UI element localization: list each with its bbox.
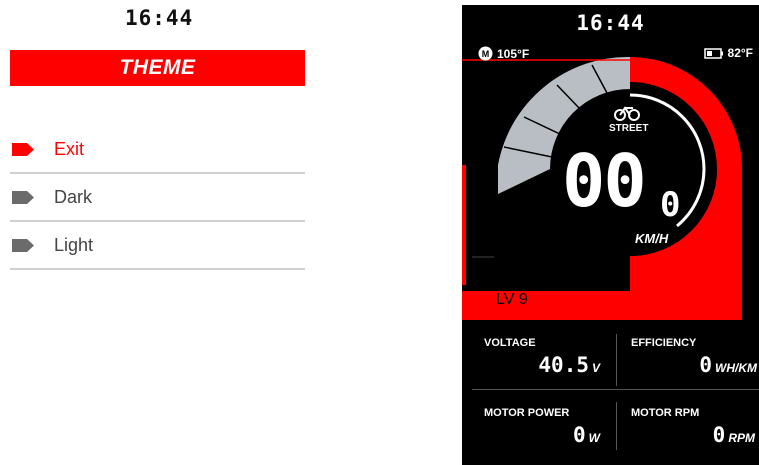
stat-title: EFFICIENCY [631,337,697,349]
menu-item-label: Light [54,235,94,255]
ride-mode-icon [614,106,640,121]
stat-voltage: VOLTAGE 40.5 V [462,320,610,388]
stat-value: 0 WH/KM [699,353,757,377]
motor-temp-status: M 105°F [478,46,529,61]
page-title: THEME [119,56,196,79]
menu-item-dark[interactable]: Dark [10,175,305,222]
stat-value: 40.5 V [538,353,600,377]
stat-value: 0W [573,423,600,447]
divider [472,389,759,390]
speed-decimal: 0 [660,185,681,225]
ride-mode-label: STREET [609,123,649,134]
speed-unit: KM/H [635,231,669,246]
tag-icon [12,239,34,252]
menu-item-label: Dark [54,187,93,207]
battery-temp-value: 82°F [727,46,753,60]
divider [616,334,617,386]
menu-item-label: Exit [54,139,85,159]
stat-motor-power: MOTOR POWER 0W [462,390,610,458]
battery-temp-status: 82°F [703,46,753,60]
motor-temp-icon: M [478,46,493,61]
dashboard-screen: 16:44 M 105°F 82°F STREET 00 0 KM/H LV 9… [462,5,759,465]
stats-panel: VOLTAGE 40.5 V EFFICIENCY 0 WH/KM MOTOR PO… [462,320,759,465]
stat-title: MOTOR POWER [484,407,570,419]
dashboard-clock: 16:44 [576,11,645,35]
assist-level: LV 9 [496,291,528,308]
divider [616,402,617,450]
motor-temp-value: 105°F [497,46,530,61]
menu-item-exit[interactable]: Exit [10,127,305,174]
theme-header: THEME [10,50,305,86]
speed-value: 00 [562,139,647,223]
stat-motor-rpm: MOTOR RPM 0 RPM [611,390,759,458]
settings-clock: 16:44 [125,6,194,30]
stat-value: 0 RPM [712,423,755,447]
tag-icon [12,191,34,204]
battery-icon [703,47,723,59]
stat-title: VOLTAGE [484,337,536,349]
menu-item-light[interactable]: Light [10,223,305,270]
stat-title: MOTOR RPM [631,407,700,419]
tag-icon [12,143,34,156]
svg-text:M: M [482,49,490,59]
stat-efficiency: EFFICIENCY 0 WH/KM [611,320,759,388]
